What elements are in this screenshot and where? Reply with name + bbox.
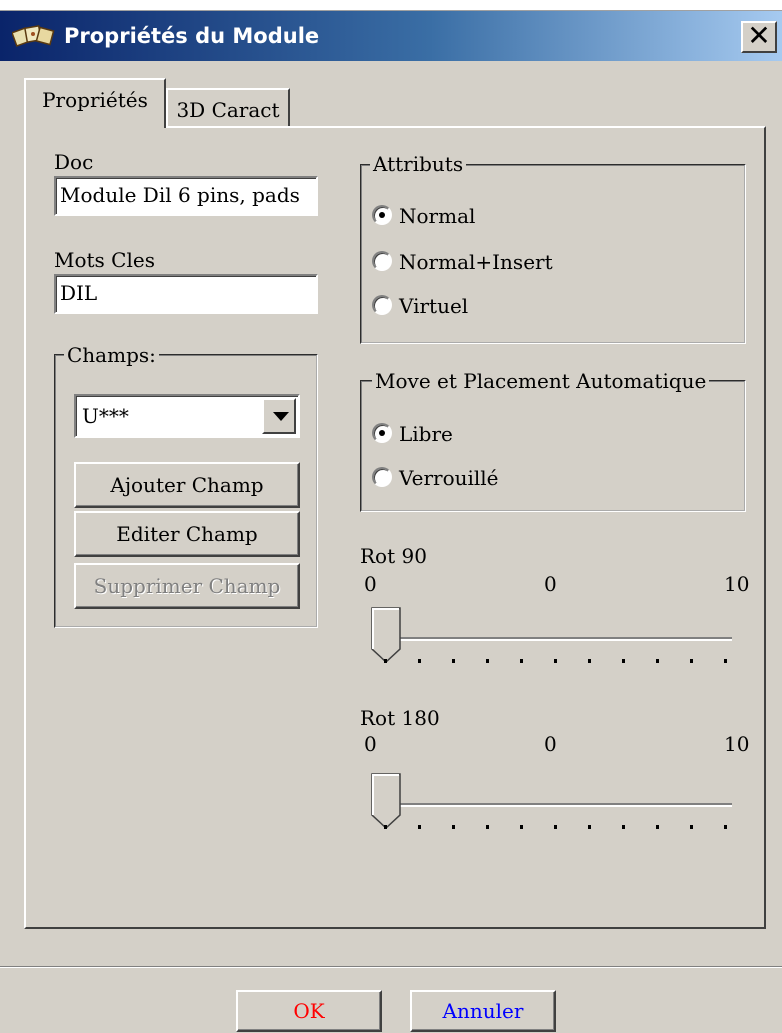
radio-normal-label: Normal (399, 204, 476, 228)
slider-tick (520, 659, 523, 663)
radio-circle (372, 467, 392, 487)
cancel-button-label: Annuler (442, 999, 524, 1023)
slider-tick (724, 825, 727, 829)
radio-normal-insert-label: Normal+Insert (399, 250, 553, 274)
rot90-value-label: 0 (544, 572, 557, 596)
fields-combo[interactable]: U*** (74, 394, 300, 438)
slider-tick (622, 825, 625, 829)
doc-field[interactable]: Module Dil 6 pins, pads (54, 176, 318, 216)
chevron-down-icon (273, 412, 289, 421)
slider-tick (520, 825, 523, 829)
rot180-label: Rot 180 (360, 706, 440, 730)
ok-button[interactable]: OK (236, 990, 382, 1032)
slider-tick (418, 659, 421, 663)
dialog-content: Doc Module Dil 6 pins, pads Mots Cles DI… (0, 0, 782, 1033)
slider-tick (690, 659, 693, 663)
slider-thumb[interactable] (371, 607, 401, 663)
radio-circle (372, 423, 392, 443)
radio-circle (372, 205, 392, 225)
fields-legend: Champs: (64, 343, 159, 367)
slider-tick (554, 825, 557, 829)
slider-tick (418, 825, 421, 829)
slider-track (380, 637, 732, 641)
slider-tick (384, 659, 387, 663)
radio-selected-dot (379, 212, 385, 218)
rot180-max-label: 10 (724, 732, 750, 756)
rot90-min-label: 0 (364, 572, 377, 596)
placement-legend: Move et Placement Automatique (372, 369, 710, 393)
rot90-max-label: 10 (724, 572, 750, 596)
slider-tick (486, 659, 489, 663)
radio-circle (372, 295, 392, 315)
fields-combo-value: U*** (82, 404, 129, 428)
slider-tick (486, 825, 489, 829)
edit-field-button[interactable]: Editer Champ (74, 511, 300, 557)
slider-tick (690, 825, 693, 829)
radio-selected-dot (379, 430, 385, 436)
doc-label: Doc (54, 150, 94, 174)
slider-thumb[interactable] (371, 773, 401, 829)
ok-button-label: OK (293, 999, 325, 1023)
slider-tick (384, 825, 387, 829)
cancel-button[interactable]: Annuler (410, 990, 556, 1032)
slider-tick (554, 659, 557, 663)
rot180-min-label: 0 (364, 732, 377, 756)
slider-tick (622, 659, 625, 663)
slider-tick (724, 659, 727, 663)
rot90-slider[interactable] (366, 607, 738, 677)
slider-tick (656, 659, 659, 663)
slider-tick (452, 659, 455, 663)
rot180-value-label: 0 (544, 732, 557, 756)
delete-field-button[interactable]: Supprimer Champ (74, 563, 300, 609)
fields-combo-button[interactable] (262, 398, 296, 434)
slider-tick (588, 825, 591, 829)
slider-tick (588, 659, 591, 663)
keywords-label: Mots Cles (54, 248, 155, 272)
rot180-slider[interactable] (366, 773, 738, 843)
add-field-button[interactable]: Ajouter Champ (74, 462, 300, 508)
slider-track (380, 803, 732, 807)
rot90-label: Rot 90 (360, 544, 427, 568)
keywords-field[interactable]: DIL (54, 274, 318, 314)
radio-circle (372, 251, 392, 271)
radio-verrouille-label: Verrouillé (399, 466, 499, 490)
slider-tick (656, 825, 659, 829)
slider-tick (452, 825, 455, 829)
footer-separator (0, 966, 782, 968)
radio-virtuel-label: Virtuel (399, 294, 469, 318)
attributes-legend: Attributs (370, 152, 467, 176)
radio-libre-label: Libre (399, 422, 453, 446)
